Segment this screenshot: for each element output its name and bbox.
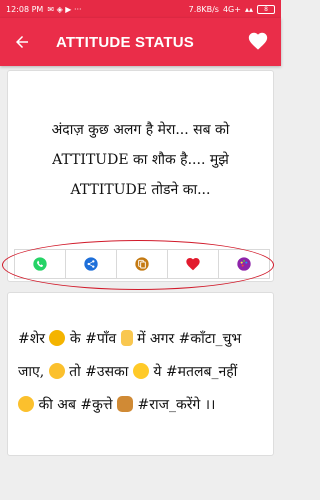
share-icon <box>84 257 98 271</box>
edit-style-button[interactable] <box>218 249 270 279</box>
status-time: 12:08 PM <box>6 4 44 14</box>
pointing-finger-emoji-icon <box>120 330 133 346</box>
status-card: अंदाज़ कुछ अलग है मेरा... सब को ATTITUDE… <box>7 70 274 282</box>
whatsapp-icon <box>33 257 47 271</box>
favorite-button[interactable] <box>167 249 219 279</box>
network-type: 4G+ <box>222 4 241 14</box>
battery-icon: 8 <box>257 4 275 14</box>
notification-icon: ✉ ◈ ▶ ··· <box>47 4 82 14</box>
favorites-button[interactable] <box>247 30 271 54</box>
unamused-face-emoji-icon <box>48 363 65 379</box>
heart-icon <box>186 258 200 271</box>
lion-emoji-icon <box>49 330 66 346</box>
copy-button[interactable] <box>116 249 168 279</box>
network-speed: 7.8KB/s <box>188 4 219 14</box>
back-button[interactable] <box>10 30 34 54</box>
share-button[interactable] <box>65 249 117 279</box>
status-text: #शेर के #पाँव में अगर #काँटा_चुभ जाए, तो… <box>18 330 242 413</box>
page-title: ATTITUDE STATUS <box>56 33 194 51</box>
heart-icon <box>248 32 268 50</box>
arrow-back-icon <box>16 36 28 48</box>
palette-icon <box>237 257 251 271</box>
status-bar: 12:08 PM ✉ ◈ ▶ ··· 7.8KB/s 4G+ ▴▴ 8 <box>0 0 281 18</box>
signal-icon: ▴▴ <box>244 4 253 14</box>
smiling-face-emoji-icon <box>132 363 149 379</box>
app-bar: ATTITUDE STATUS <box>0 18 281 66</box>
copy-icon <box>135 257 149 271</box>
status-card: #शेर के #पाँव में अगर #काँटा_चुभ जाए, तो… <box>7 292 274 456</box>
whatsapp-share-button[interactable] <box>14 249 66 279</box>
status-text: अंदाज़ कुछ अलग है मेरा... सब को ATTITUDE… <box>51 122 230 198</box>
dog-emoji-icon <box>117 396 134 412</box>
card-action-row <box>14 249 270 279</box>
smirking-face-emoji-icon <box>18 396 34 412</box>
